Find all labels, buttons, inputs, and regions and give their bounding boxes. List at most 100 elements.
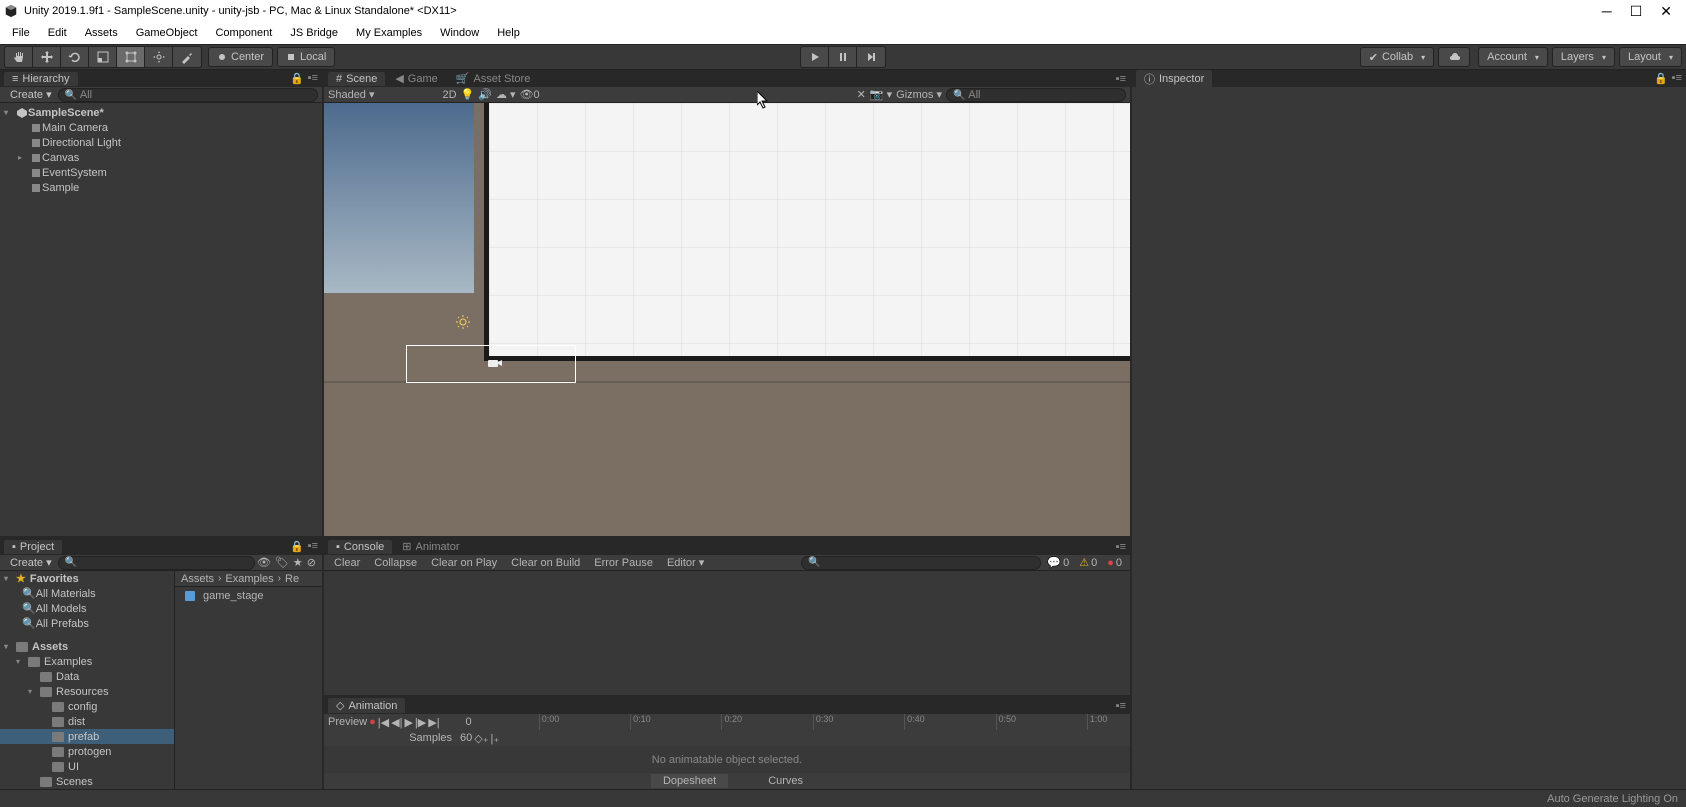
cloud-button[interactable]	[1438, 47, 1470, 67]
scene-tab[interactable]: # Scene	[328, 72, 385, 86]
info-count[interactable]: 💬0	[1043, 556, 1073, 569]
menu-window[interactable]: Window	[432, 25, 487, 41]
project-lock-icon[interactable]: 🔒	[290, 540, 304, 553]
anim-last[interactable]: ▶|	[428, 716, 439, 729]
menu-edit[interactable]: Edit	[40, 25, 75, 41]
console-error-pause[interactable]: Error Pause	[588, 557, 659, 569]
anim-play[interactable]: ▶	[404, 716, 412, 729]
console-search[interactable]: 🔍	[801, 556, 1041, 570]
project-star-icon[interactable]: ★	[291, 556, 305, 569]
project-label-icon[interactable]: 🏷	[273, 556, 291, 569]
gizmos-dropdown[interactable]: Gizmos ▾	[896, 88, 942, 101]
folder-examples[interactable]: ▾Examples	[0, 654, 174, 669]
rect-tool[interactable]	[117, 47, 145, 67]
folder-data[interactable]: Data	[0, 669, 174, 684]
dopesheet-tab[interactable]: Dopesheet	[651, 774, 728, 788]
fav-all-prefabs[interactable]: 🔍 All Prefabs	[0, 616, 174, 631]
project-search[interactable]: 🔍	[58, 556, 255, 570]
menu-gameobject[interactable]: GameObject	[128, 25, 206, 41]
asset-game-stage[interactable]: game_stage	[175, 587, 322, 605]
breadcrumb-re[interactable]: Re	[285, 573, 299, 585]
project-create-button[interactable]: Create ▾	[4, 556, 58, 569]
curves-tab[interactable]: Curves	[768, 775, 803, 787]
hierarchy-item-eventsystem[interactable]: EventSystem	[0, 165, 322, 180]
scene-menu-icon[interactable]: ▪≡	[1116, 73, 1126, 85]
project-menu-icon[interactable]: ▪≡	[308, 540, 318, 553]
console-clear-on-play[interactable]: Clear on Play	[425, 557, 503, 569]
console-collapse[interactable]: Collapse	[368, 557, 423, 569]
transform-tool[interactable]	[145, 47, 173, 67]
fav-all-models[interactable]: 🔍 All Models	[0, 601, 174, 616]
console-menu-icon[interactable]: ▪≡	[1116, 541, 1126, 553]
anim-preview[interactable]: Preview	[328, 716, 367, 728]
handle-toggle[interactable]: Local	[277, 47, 335, 67]
step-button[interactable]	[857, 47, 885, 67]
menu-myexamples[interactable]: My Examples	[348, 25, 430, 41]
console-clear-on-build[interactable]: Clear on Build	[505, 557, 586, 569]
animator-tab[interactable]: ⊞ Animator	[394, 539, 467, 554]
shading-mode-dropdown[interactable]: Shaded ▾	[328, 88, 375, 101]
hierarchy-create-button[interactable]: Create ▾	[4, 88, 58, 101]
anim-frame[interactable]: 0	[442, 716, 472, 728]
scene-search[interactable]: 🔍 All	[946, 88, 1126, 102]
minimize-button[interactable]: ─	[1602, 3, 1612, 20]
samples-value[interactable]: 60	[460, 732, 472, 744]
warn-count[interactable]: ⚠0	[1075, 556, 1101, 569]
console-editor-dropdown[interactable]: Editor ▾	[661, 556, 710, 569]
anim-first[interactable]: |◀	[378, 716, 389, 729]
breadcrumb-assets[interactable]: Assets	[181, 573, 214, 585]
hierarchy-item-sample[interactable]: Sample	[0, 180, 322, 195]
folder-scenes[interactable]: Scenes	[0, 774, 174, 789]
menu-assets[interactable]: Assets	[77, 25, 126, 41]
game-tab[interactable]: ◀ Game	[387, 71, 445, 86]
rotate-tool[interactable]	[61, 47, 89, 67]
project-filter-icon[interactable]: 👁	[255, 556, 273, 569]
fx-toggle[interactable]: ☁ ▾	[496, 88, 516, 101]
folder-ui[interactable]: UI	[0, 759, 174, 774]
hierarchy-item-canvas[interactable]: ▸ Canvas	[0, 150, 322, 165]
inspector-menu-icon[interactable]: ▪≡	[1672, 72, 1682, 85]
animation-menu-icon[interactable]: ▪≡	[1116, 700, 1126, 712]
close-button[interactable]: ✕	[1660, 3, 1672, 20]
add-event[interactable]: |₊	[491, 732, 500, 745]
folder-config[interactable]: config	[0, 699, 174, 714]
layers-dropdown[interactable]: Layers	[1552, 47, 1615, 67]
folder-prefab[interactable]: prefab	[0, 729, 174, 744]
hierarchy-search[interactable]: 🔍 All	[58, 88, 318, 102]
custom-tool[interactable]	[173, 47, 201, 67]
camera-icon[interactable]: 📷 ▾	[870, 88, 892, 101]
move-tool[interactable]	[33, 47, 61, 67]
anim-prev[interactable]: ◀|	[391, 716, 402, 729]
play-button[interactable]	[801, 47, 829, 67]
hierarchy-item-directional-light[interactable]: Directional Light	[0, 135, 322, 150]
menu-jsbridge[interactable]: JS Bridge	[282, 25, 346, 41]
favorites-root[interactable]: ▾★Favorites	[0, 571, 174, 586]
scale-tool[interactable]	[89, 47, 117, 67]
asset-store-tab[interactable]: 🛒 Asset Store	[448, 71, 539, 86]
scene-view[interactable]	[324, 103, 1130, 536]
console-clear[interactable]: Clear	[328, 557, 366, 569]
layout-dropdown[interactable]: Layout	[1619, 47, 1682, 67]
console-tab[interactable]: ▪ Console	[328, 540, 392, 554]
add-keyframe[interactable]: ◇₊	[474, 732, 488, 745]
inspector-tab[interactable]: ⓘ Inspector	[1136, 70, 1212, 88]
audio-toggle[interactable]: 🔊	[478, 88, 492, 101]
pause-button[interactable]	[829, 47, 857, 67]
hidden-count[interactable]: 👁0	[520, 88, 540, 101]
maximize-button[interactable]: ☐	[1630, 3, 1643, 20]
pivot-toggle[interactable]: Center	[208, 47, 273, 67]
assets-root[interactable]: ▾Assets	[0, 639, 174, 654]
hierarchy-item-main-camera[interactable]: Main Camera	[0, 120, 322, 135]
menu-component[interactable]: Component	[207, 25, 280, 41]
hand-tool[interactable]	[5, 47, 33, 67]
breadcrumb-examples[interactable]: Examples	[225, 573, 273, 585]
error-count[interactable]: ●0	[1103, 557, 1126, 569]
project-breadcrumb[interactable]: Assets › Examples › Re	[175, 571, 322, 587]
project-tab[interactable]: ▪ Project	[4, 540, 62, 554]
anim-timeline-ruler[interactable]: 0:00 0:10 0:20 0:30 0:40 0:50 1:00	[474, 714, 1126, 730]
folder-protogen[interactable]: protogen	[0, 744, 174, 759]
account-dropdown[interactable]: Account	[1478, 47, 1548, 67]
animation-tab[interactable]: ◇ Animation	[328, 698, 405, 713]
hierarchy-menu-icon[interactable]: ▪≡	[308, 72, 318, 85]
lighting-toggle[interactable]: 💡	[461, 88, 475, 101]
